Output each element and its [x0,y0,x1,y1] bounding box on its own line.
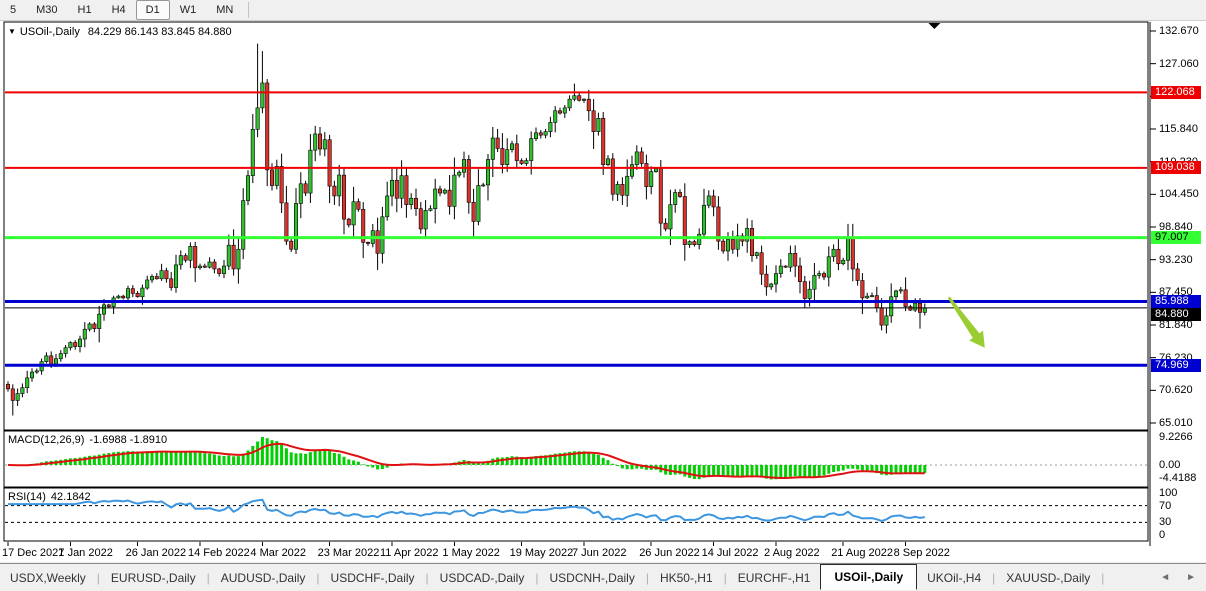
date-axis-label: 1 May 2022 [442,547,499,559]
timeframe-button-h4[interactable]: H4 [102,0,136,20]
tab-usdcad-daily[interactable]: USDCAD-,Daily [430,566,535,590]
price-level-badge: 84.880 [1151,308,1201,321]
date-axis-label: 23 Mar 2022 [318,547,380,559]
tab-ukoil-h4[interactable]: UKOil-,H4 [917,566,991,590]
chart-canvas[interactable] [0,0,1206,590]
price-level-badge: 122.068 [1151,86,1201,99]
tab-usdcnh-daily[interactable]: USDCNH-,Daily [539,566,644,590]
macd-axis-label: -4.4188 [1159,472,1196,484]
price-axis-label: 115.840 [1159,123,1198,135]
timeframe-button-mn[interactable]: MN [206,0,243,20]
chart-ohlc-values: 84.229 86.143 83.845 84.880 [88,26,232,38]
price-axis-label: 93.230 [1159,254,1193,266]
tab-scroll-right-icon[interactable]: ► [1186,572,1196,583]
chart-title: ▼ USOil-,Daily 84.229 86.143 83.845 84.88… [8,26,232,38]
price-axis-label: 70.620 [1159,384,1193,396]
tab-usdx-weekly[interactable]: USDX,Weekly [0,566,96,590]
symbol-tabbar: USDX,Weekly|EURUSD-,Daily|AUDUSD-,Daily|… [0,563,1206,591]
price-axis-label: 65.010 [1159,417,1193,429]
price-axis-label: 127.060 [1159,58,1199,70]
macd-axis-label: 9.2266 [1159,431,1193,443]
tab-usdchf-daily[interactable]: USDCHF-,Daily [321,566,425,590]
rsi-value: 42.1842 [51,491,91,503]
chart-symbol-label: USOil-,Daily [20,26,80,38]
timeframe-button-h1[interactable]: H1 [68,0,102,20]
rsi-axis-label: 0 [1159,529,1165,541]
sell-arrow-annotation [948,297,985,348]
timeframe-button-m30[interactable]: M30 [26,0,67,20]
date-axis-label: 17 Dec 2021 [2,547,64,559]
date-axis-label: 7 Jan 2022 [58,547,112,559]
tab-eurusd-daily[interactable]: EURUSD-,Daily [101,566,206,590]
chart-dropdown-icon[interactable]: ▼ [8,27,16,36]
rsi-axis-label: 70 [1159,500,1171,512]
date-axis-label: 19 May 2022 [510,547,574,559]
price-level-badge: 74.969 [1151,359,1201,372]
date-axis-label: 14 Jul 2022 [702,547,759,559]
date-axis-label: 14 Feb 2022 [188,547,250,559]
date-axis-label: 26 Jun 2022 [639,547,700,559]
date-axis-label: 21 Aug 2022 [831,547,893,559]
tab-audusd-daily[interactable]: AUDUSD-,Daily [211,566,316,590]
rsi-axis-label: 30 [1159,516,1171,528]
macd-values: -1.6988 -1.8910 [89,434,167,446]
timeframe-button-d1[interactable]: D1 [136,0,170,20]
timeframe-toolbar: 5M30H1H4D1W1MN [0,0,1206,21]
date-axis-label: 4 Mar 2022 [250,547,306,559]
tab-usoil-daily[interactable]: USOil-,Daily [820,564,917,590]
rsi-title: RSI(14) [8,491,46,503]
price-level-badge: 109.038 [1151,161,1201,174]
date-axis-label: 8 Sep 2022 [894,547,950,559]
macd-title: MACD(12,26,9) [8,434,84,446]
rsi-indicator-label: RSI(14) 42.1842 [8,491,91,503]
tab-eurchf-h1[interactable]: EURCHF-,H1 [728,566,821,590]
date-axis-label: 26 Jan 2022 [126,547,187,559]
date-axis-label: 11 Apr 2022 [380,547,439,559]
toolbar-separator [248,2,249,18]
price-level-badge: 85.988 [1151,295,1201,308]
macd-indicator-label: MACD(12,26,9) -1.6988 -1.8910 [8,434,167,446]
price-axis-label: 104.450 [1159,188,1199,200]
rsi-axis-label: 100 [1159,487,1177,499]
tab-scroll-arrows: ◄► [1160,572,1196,583]
timeframe-button-5[interactable]: 5 [0,0,26,20]
timeframe-button-w1[interactable]: W1 [170,0,207,20]
date-axis-label: 7 Jun 2022 [572,547,626,559]
price-axis-label: 132.670 [1159,25,1199,37]
tab-xauusd-daily[interactable]: XAUUSD-,Daily [996,566,1100,590]
macd-axis-label: 0.00 [1159,459,1180,471]
price-level-badge: 97.007 [1151,231,1201,244]
tab-separator: | [1100,571,1105,585]
date-axis-label: 2 Aug 2022 [764,547,820,559]
tab-scroll-left-icon[interactable]: ◄ [1160,572,1170,583]
tab-hk50-h1[interactable]: HK50-,H1 [650,566,723,590]
